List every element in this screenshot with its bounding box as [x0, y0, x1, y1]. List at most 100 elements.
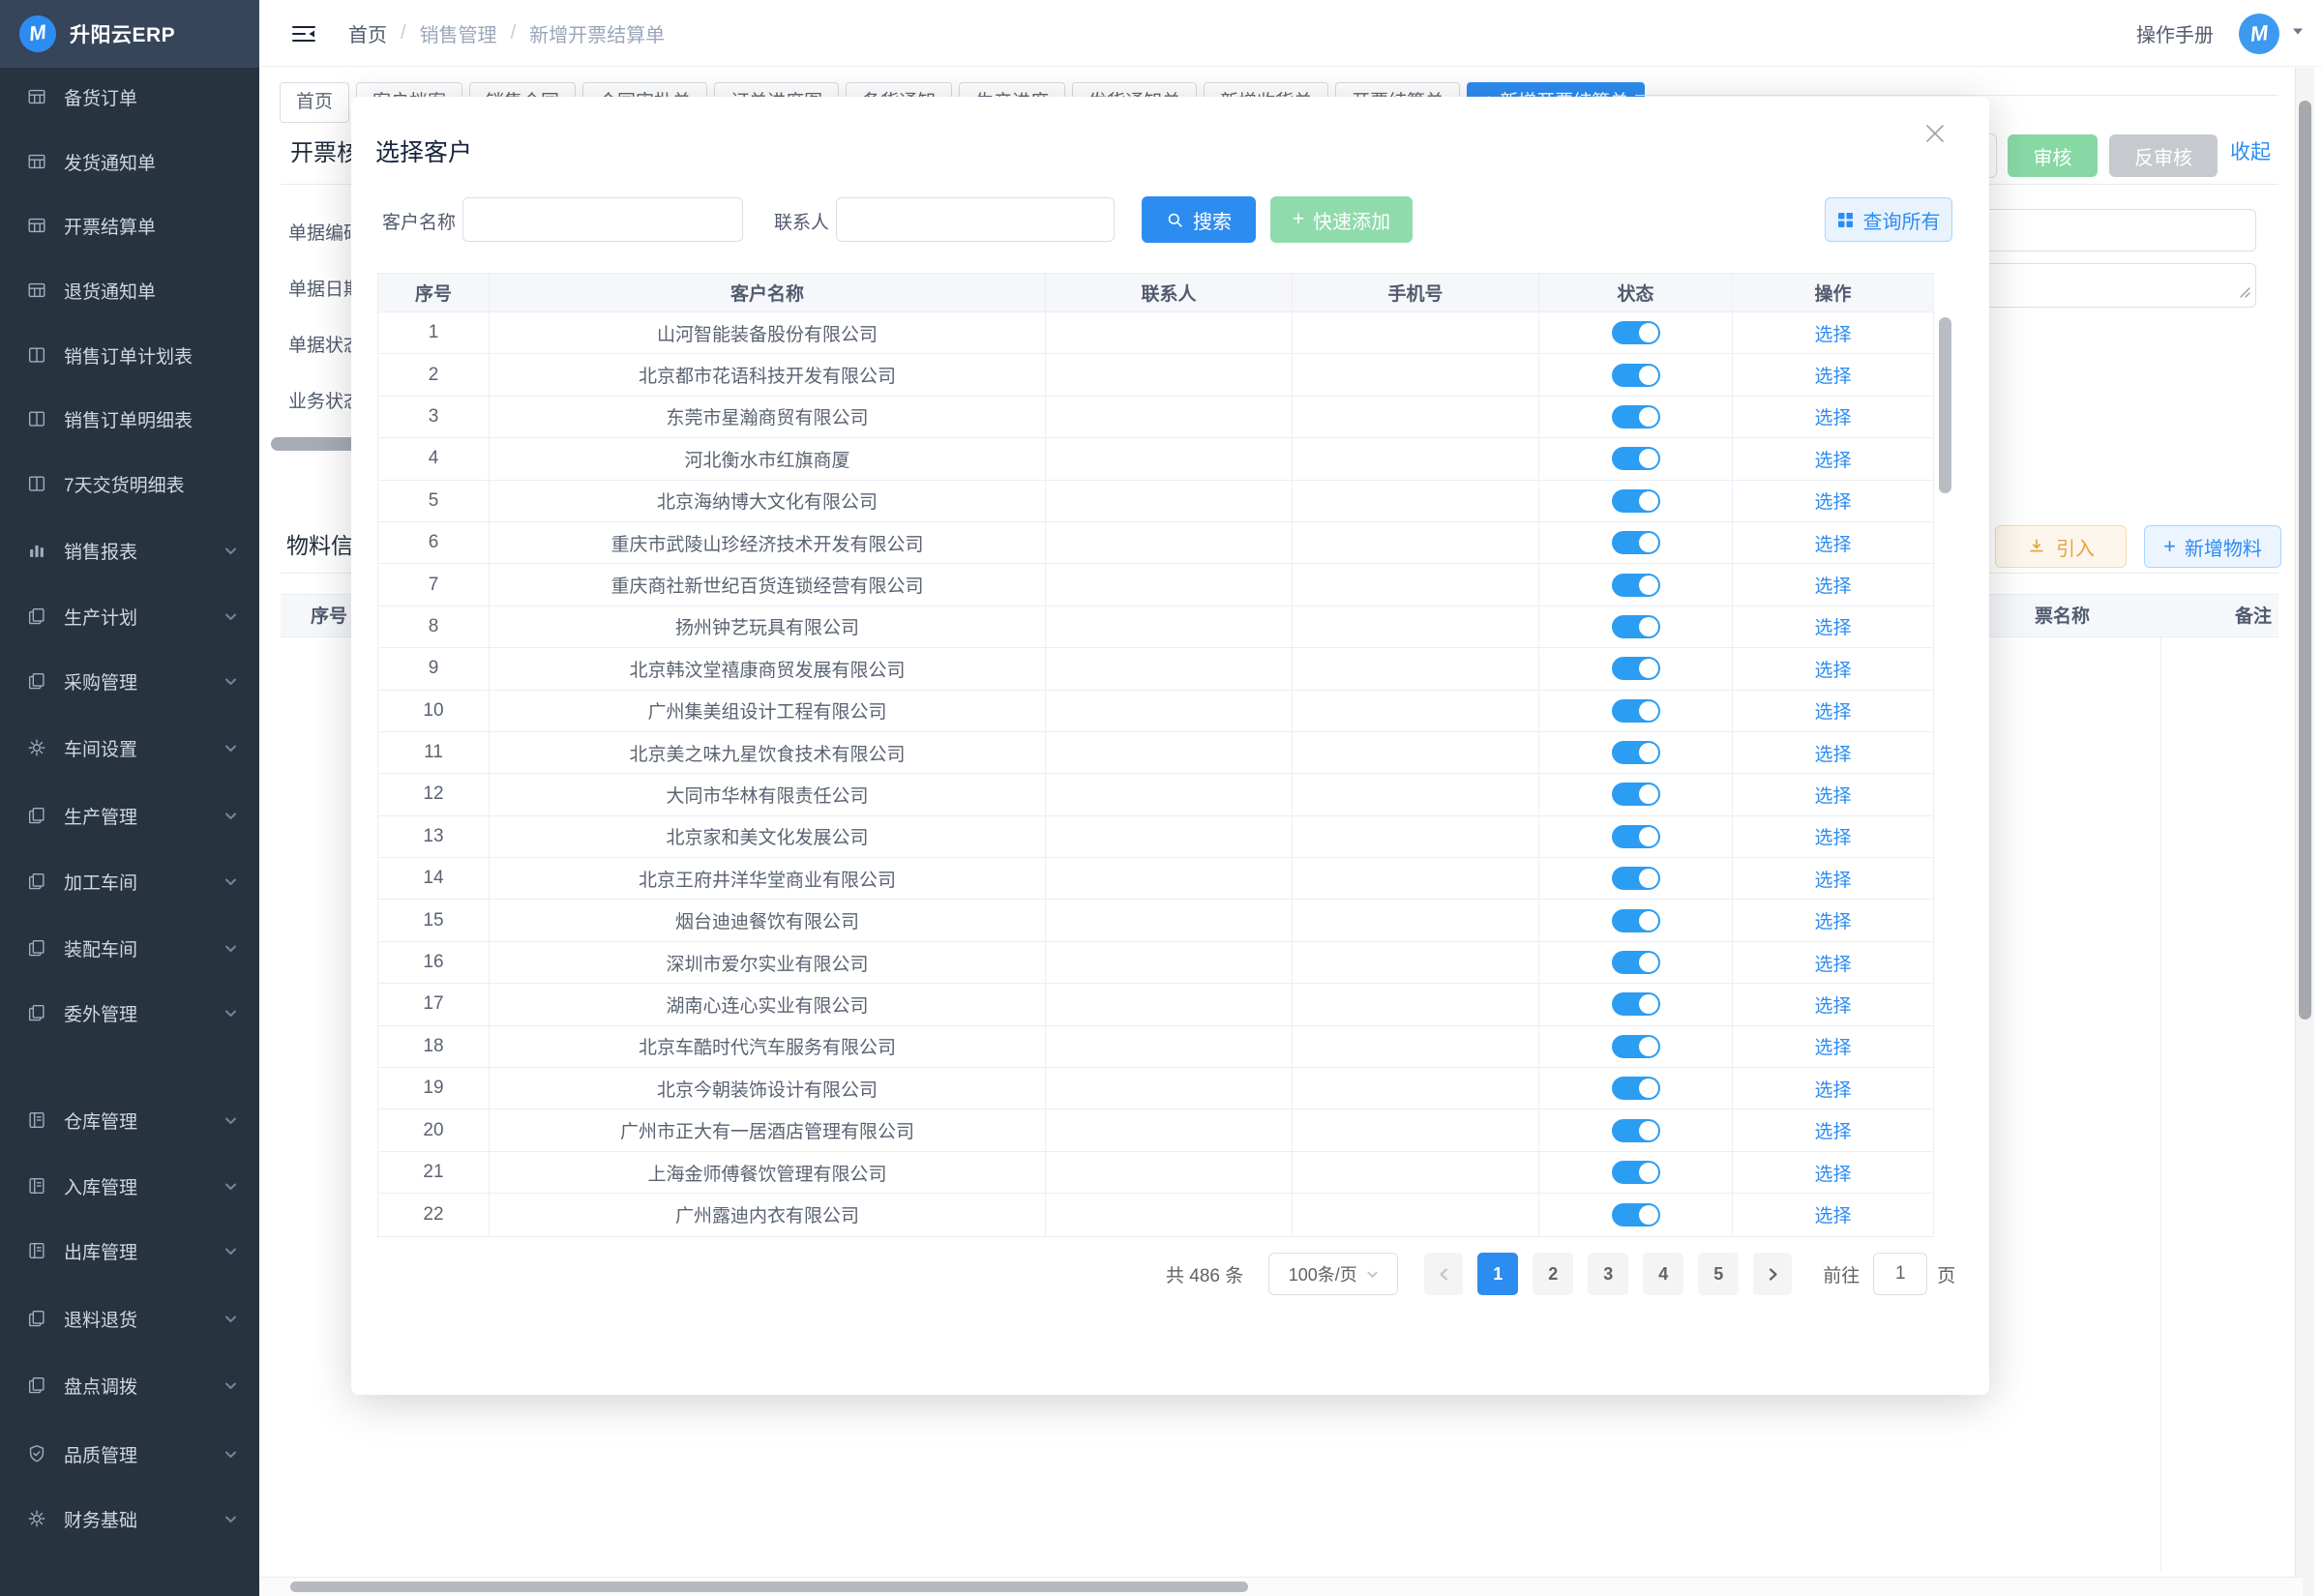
select-link[interactable]: 选择 [1814, 530, 1851, 556]
page-size-select[interactable]: 100条/页 [1268, 1253, 1398, 1295]
page-horizontal-scrollbar[interactable] [259, 1577, 2303, 1596]
status-toggle[interactable] [1612, 615, 1660, 638]
select-link[interactable]: 选择 [1814, 782, 1851, 808]
select-link[interactable]: 选择 [1814, 1117, 1851, 1143]
status-toggle[interactable] [1612, 364, 1660, 387]
tab-1[interactable]: 首页 [280, 82, 349, 123]
sidebar-item-14[interactable]: 装配车间 [0, 923, 259, 973]
select-link[interactable]: 选择 [1814, 446, 1851, 472]
collapse-link[interactable]: 收起 [2230, 136, 2271, 165]
status-toggle[interactable] [1612, 699, 1660, 723]
select-link[interactable]: 选择 [1814, 740, 1851, 766]
next-page-button[interactable] [1753, 1253, 1792, 1295]
scrollbar-thumb[interactable] [2299, 101, 2311, 1020]
sidebar-item-11[interactable]: 车间设置 [0, 723, 259, 773]
goto-page-input[interactable] [1873, 1253, 1927, 1295]
page-vertical-scrollbar[interactable] [2295, 68, 2314, 1596]
sidebar-item-21[interactable]: 品质管理 [0, 1429, 259, 1479]
select-link[interactable]: 选择 [1814, 1076, 1851, 1102]
page-number-1[interactable]: 1 [1477, 1253, 1518, 1295]
sidebar-item-22[interactable]: 财务基础 [0, 1493, 259, 1544]
sidebar-item-15[interactable]: 委外管理 [0, 988, 259, 1038]
sidebar-item-10[interactable]: 采购管理 [0, 656, 259, 706]
page-number-3[interactable]: 3 [1588, 1253, 1628, 1295]
select-link[interactable]: 选择 [1814, 488, 1851, 514]
select-link[interactable]: 选择 [1814, 866, 1851, 892]
customer-name-input[interactable] [462, 197, 743, 242]
help-manual-link[interactable]: 操作手册 [2136, 19, 2214, 47]
sidebar-item-3[interactable]: 开票结算单 [0, 200, 259, 251]
collapse-menu-icon[interactable] [290, 20, 317, 47]
add-material-button[interactable]: + 新增物料 [2144, 525, 2281, 568]
status-toggle[interactable] [1612, 1161, 1660, 1184]
status-toggle[interactable] [1612, 1203, 1660, 1227]
select-link[interactable]: 选择 [1814, 403, 1851, 429]
contact-input[interactable] [836, 197, 1115, 242]
sidebar-item-19[interactable]: 退料退货 [0, 1293, 259, 1344]
select-link[interactable]: 选择 [1814, 1201, 1851, 1227]
sidebar-item-7[interactable]: 7天交货明细表 [0, 458, 259, 509]
sidebar-item-18[interactable]: 出库管理 [0, 1226, 259, 1276]
sidebar-item-16[interactable]: 仓库管理 [0, 1095, 259, 1145]
prev-page-button[interactable] [1424, 1253, 1463, 1295]
status-toggle[interactable] [1612, 951, 1660, 974]
select-link[interactable]: 选择 [1814, 907, 1851, 933]
status-toggle[interactable] [1612, 909, 1660, 932]
sidebar-item-5[interactable]: 销售订单计划表 [0, 330, 259, 380]
breadcrumb-item-1[interactable]: 首页 [348, 19, 387, 47]
status-toggle[interactable] [1612, 783, 1660, 806]
sidebar-item-4[interactable]: 退货通知单 [0, 265, 259, 315]
status-toggle[interactable] [1612, 867, 1660, 890]
select-link[interactable]: 选择 [1814, 572, 1851, 598]
query-all-button[interactable]: 查询所有 [1825, 197, 1952, 242]
avatar[interactable]: M [2237, 11, 2281, 55]
select-link[interactable]: 选择 [1814, 991, 1851, 1018]
chevron-down-icon[interactable] [2291, 24, 2305, 43]
select-link[interactable]: 选择 [1814, 320, 1851, 346]
table-scrollbar-thumb[interactable] [1939, 317, 1951, 493]
breadcrumb-item-2[interactable]: 销售管理 [420, 19, 497, 47]
sidebar-item-6[interactable]: 销售订单明细表 [0, 394, 259, 444]
status-toggle[interactable] [1612, 992, 1660, 1016]
select-link[interactable]: 选择 [1814, 656, 1851, 682]
sidebar-item-8[interactable]: 销售报表 [0, 525, 259, 576]
status-toggle[interactable] [1612, 489, 1660, 513]
unaudit-button[interactable]: 反审核 [2109, 134, 2218, 177]
status-toggle[interactable] [1612, 321, 1660, 344]
status-toggle[interactable] [1612, 1077, 1660, 1100]
resize-handle-icon[interactable] [2238, 285, 2250, 303]
status-toggle[interactable] [1612, 574, 1660, 597]
import-button[interactable]: 引入 [1995, 525, 2127, 568]
status-toggle[interactable] [1612, 1119, 1660, 1142]
status-toggle[interactable] [1612, 741, 1660, 764]
sidebar-item-1[interactable]: 备货订单 [0, 72, 259, 122]
select-link[interactable]: 选择 [1814, 697, 1851, 724]
status-toggle[interactable] [1612, 447, 1660, 470]
audit-button[interactable]: 审核 [2008, 134, 2098, 177]
scrollbar-thumb[interactable] [290, 1581, 1248, 1592]
quick-add-button[interactable]: + 快速添加 [1270, 196, 1413, 243]
select-link[interactable]: 选择 [1814, 1033, 1851, 1059]
sidebar-item-13[interactable]: 加工车间 [0, 856, 259, 906]
select-link[interactable]: 选择 [1814, 613, 1851, 639]
sidebar-item-20[interactable]: 盘点调拨 [0, 1360, 259, 1410]
status-toggle[interactable] [1612, 1035, 1660, 1058]
select-link[interactable]: 选择 [1814, 1160, 1851, 1186]
search-button[interactable]: 搜索 [1142, 196, 1256, 243]
status-toggle[interactable] [1612, 657, 1660, 680]
customer-name: 烟台迪迪餐饮有限公司 [490, 900, 1046, 941]
page-number-4[interactable]: 4 [1643, 1253, 1683, 1295]
sidebar-item-9[interactable]: 生产计划 [0, 591, 259, 641]
close-icon[interactable] [1921, 120, 1949, 147]
status-toggle[interactable] [1612, 825, 1660, 848]
page-number-2[interactable]: 2 [1533, 1253, 1573, 1295]
select-link[interactable]: 选择 [1814, 950, 1851, 976]
status-toggle[interactable] [1612, 405, 1660, 429]
select-link[interactable]: 选择 [1814, 823, 1851, 849]
select-link[interactable]: 选择 [1814, 362, 1851, 388]
sidebar-item-2[interactable]: 发货通知单 [0, 136, 259, 187]
sidebar-item-17[interactable]: 入库管理 [0, 1161, 259, 1211]
status-toggle[interactable] [1612, 531, 1660, 554]
sidebar-item-12[interactable]: 生产管理 [0, 790, 259, 841]
page-number-5[interactable]: 5 [1698, 1253, 1739, 1295]
